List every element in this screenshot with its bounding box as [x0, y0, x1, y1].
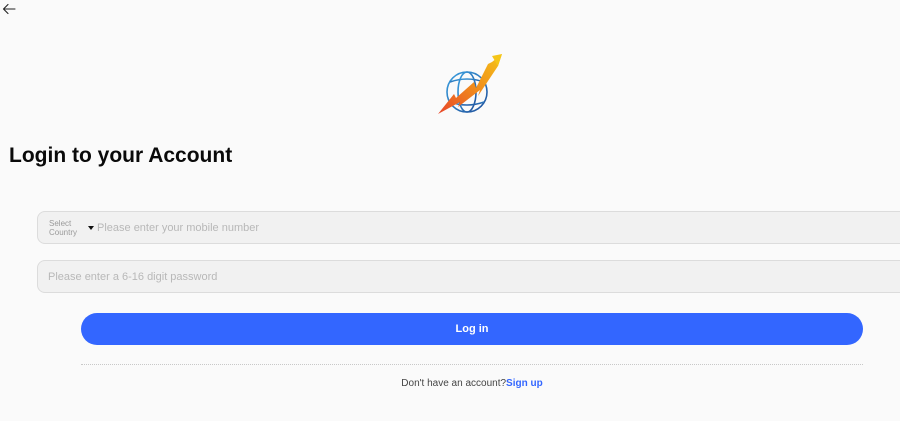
login-page: Login to your Account Select Country Log…	[0, 0, 900, 421]
password-field	[37, 260, 900, 293]
app-logo	[436, 52, 504, 120]
back-button[interactable]	[2, 0, 20, 18]
phone-field: Select Country	[37, 211, 900, 244]
divider	[81, 364, 863, 365]
globe-arrow-logo-icon	[438, 54, 502, 114]
login-button[interactable]: Log in	[81, 313, 863, 345]
country-select-label: Select Country	[49, 218, 78, 237]
signup-link[interactable]: Sign up	[506, 378, 543, 389]
caret-down-icon	[88, 225, 94, 230]
arrow-left-icon	[2, 3, 16, 15]
page-title: Login to your Account	[9, 144, 233, 167]
country-select[interactable]: Select Country	[49, 219, 94, 237]
signup-row: Don't have an account?Sign up	[0, 378, 900, 389]
signup-prompt: Don't have an account?	[401, 378, 507, 389]
password-input[interactable]	[48, 261, 900, 292]
mobile-number-input[interactable]	[97, 212, 900, 243]
